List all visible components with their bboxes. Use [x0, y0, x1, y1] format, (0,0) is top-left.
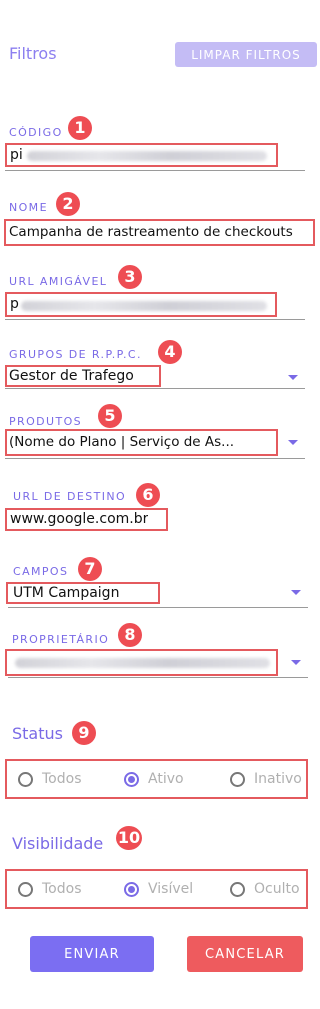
- radio-unchecked-icon: [230, 881, 245, 897]
- send-button[interactable]: ENVIAR: [30, 936, 154, 972]
- annotation-badge-4: 4: [158, 340, 182, 364]
- campos-label: CAMPOS: [13, 565, 69, 578]
- nome-label: NOME: [9, 201, 48, 214]
- annotation-badge-1: 1: [68, 116, 92, 140]
- visibilidade-title: Visibilidade: [12, 834, 104, 853]
- url-destino-value: www.google.com.br: [10, 511, 149, 527]
- campos-value: UTM Campaign: [13, 585, 120, 601]
- status-radio-todos[interactable]: Todos: [18, 771, 81, 787]
- codigo-value: pi: [10, 147, 23, 163]
- status-radio-inativo[interactable]: Inativo: [230, 771, 302, 787]
- url-destino-label: URL DE DESTINO: [13, 490, 127, 503]
- clear-filters-button[interactable]: LIMPAR FILTROS: [175, 42, 317, 67]
- campos-select[interactable]: UTM Campaign: [6, 582, 160, 604]
- url-amigavel-value: p: [10, 296, 19, 312]
- annotation-badge-9: 9: [72, 721, 96, 745]
- caret-down-icon[interactable]: [291, 660, 301, 665]
- caret-down-icon[interactable]: [291, 590, 301, 595]
- codigo-field[interactable]: pi: [5, 143, 278, 167]
- codigo-label: CÓDIGO: [9, 126, 63, 139]
- url-amigavel-label: URL AMIGÁVEL: [9, 275, 108, 288]
- produtos-underline: [5, 458, 305, 459]
- grupos-label: GRUPOS DE R.P.P.C.: [9, 348, 142, 361]
- status-option-label: Inativo: [254, 771, 302, 787]
- radio-checked-icon: [124, 881, 139, 897]
- cancel-button[interactable]: CANCELAR: [187, 936, 303, 972]
- proprietario-redacted: [15, 658, 270, 668]
- proprietario-underline: [8, 677, 308, 678]
- nome-field[interactable]: Campanha de rastreamento de checkouts: [4, 219, 315, 246]
- status-radio-ativo[interactable]: Ativo: [124, 771, 184, 787]
- annotation-badge-3: 3: [118, 265, 142, 289]
- radio-unchecked-icon: [18, 771, 33, 787]
- url-amigavel-redacted: [21, 301, 267, 311]
- visibilidade-option-label: Visível: [148, 881, 194, 897]
- produtos-value: (Nome do Plano | Serviço de As...: [9, 434, 235, 450]
- visibilidade-option-label: Oculto: [254, 881, 300, 897]
- grupos-value: Gestor de Trafego: [9, 368, 134, 384]
- codigo-redacted: [27, 151, 267, 161]
- annotation-badge-8: 8: [118, 623, 142, 647]
- visibilidade-option-label: Todos: [42, 881, 82, 897]
- proprietario-label: PROPRIETÁRIO: [12, 633, 110, 646]
- visibilidade-radio-visivel[interactable]: Visível: [124, 881, 193, 897]
- campos-underline: [8, 607, 308, 608]
- codigo-underline: [5, 170, 305, 171]
- radio-unchecked-icon: [230, 771, 245, 787]
- produtos-select[interactable]: (Nome do Plano | Serviço de As...: [5, 429, 278, 456]
- proprietario-select[interactable]: [5, 649, 278, 676]
- status-title: Status: [12, 724, 63, 743]
- annotation-badge-6: 6: [136, 483, 160, 507]
- grupos-select[interactable]: Gestor de Trafego: [5, 365, 161, 387]
- annotation-badge-2: 2: [56, 192, 80, 216]
- annotation-badge-7: 7: [78, 557, 102, 581]
- status-option-label: Todos: [42, 771, 82, 787]
- url-destino-field[interactable]: www.google.com.br: [5, 508, 168, 531]
- radio-checked-icon: [124, 771, 139, 787]
- page-title: Filtros: [9, 44, 57, 63]
- annotation-badge-5: 5: [98, 404, 122, 428]
- status-radio-group: Todos Ativo Inativo: [5, 759, 308, 799]
- radio-unchecked-icon: [18, 881, 33, 897]
- visibilidade-radio-group: Todos Visível Oculto: [5, 869, 308, 909]
- caret-down-icon[interactable]: [288, 440, 298, 445]
- caret-down-icon[interactable]: [288, 375, 298, 380]
- visibilidade-radio-todos[interactable]: Todos: [18, 881, 81, 897]
- annotation-badge-10: 10: [116, 826, 142, 850]
- grupos-underline: [5, 388, 305, 389]
- produtos-label: PRODUTOS: [9, 415, 83, 428]
- url-amigavel-underline: [5, 319, 305, 320]
- visibilidade-radio-oculto[interactable]: Oculto: [230, 881, 300, 897]
- nome-value: Campanha de rastreamento de checkouts: [9, 224, 293, 240]
- url-amigavel-field[interactable]: p: [5, 292, 277, 317]
- status-option-label: Ativo: [148, 771, 184, 787]
